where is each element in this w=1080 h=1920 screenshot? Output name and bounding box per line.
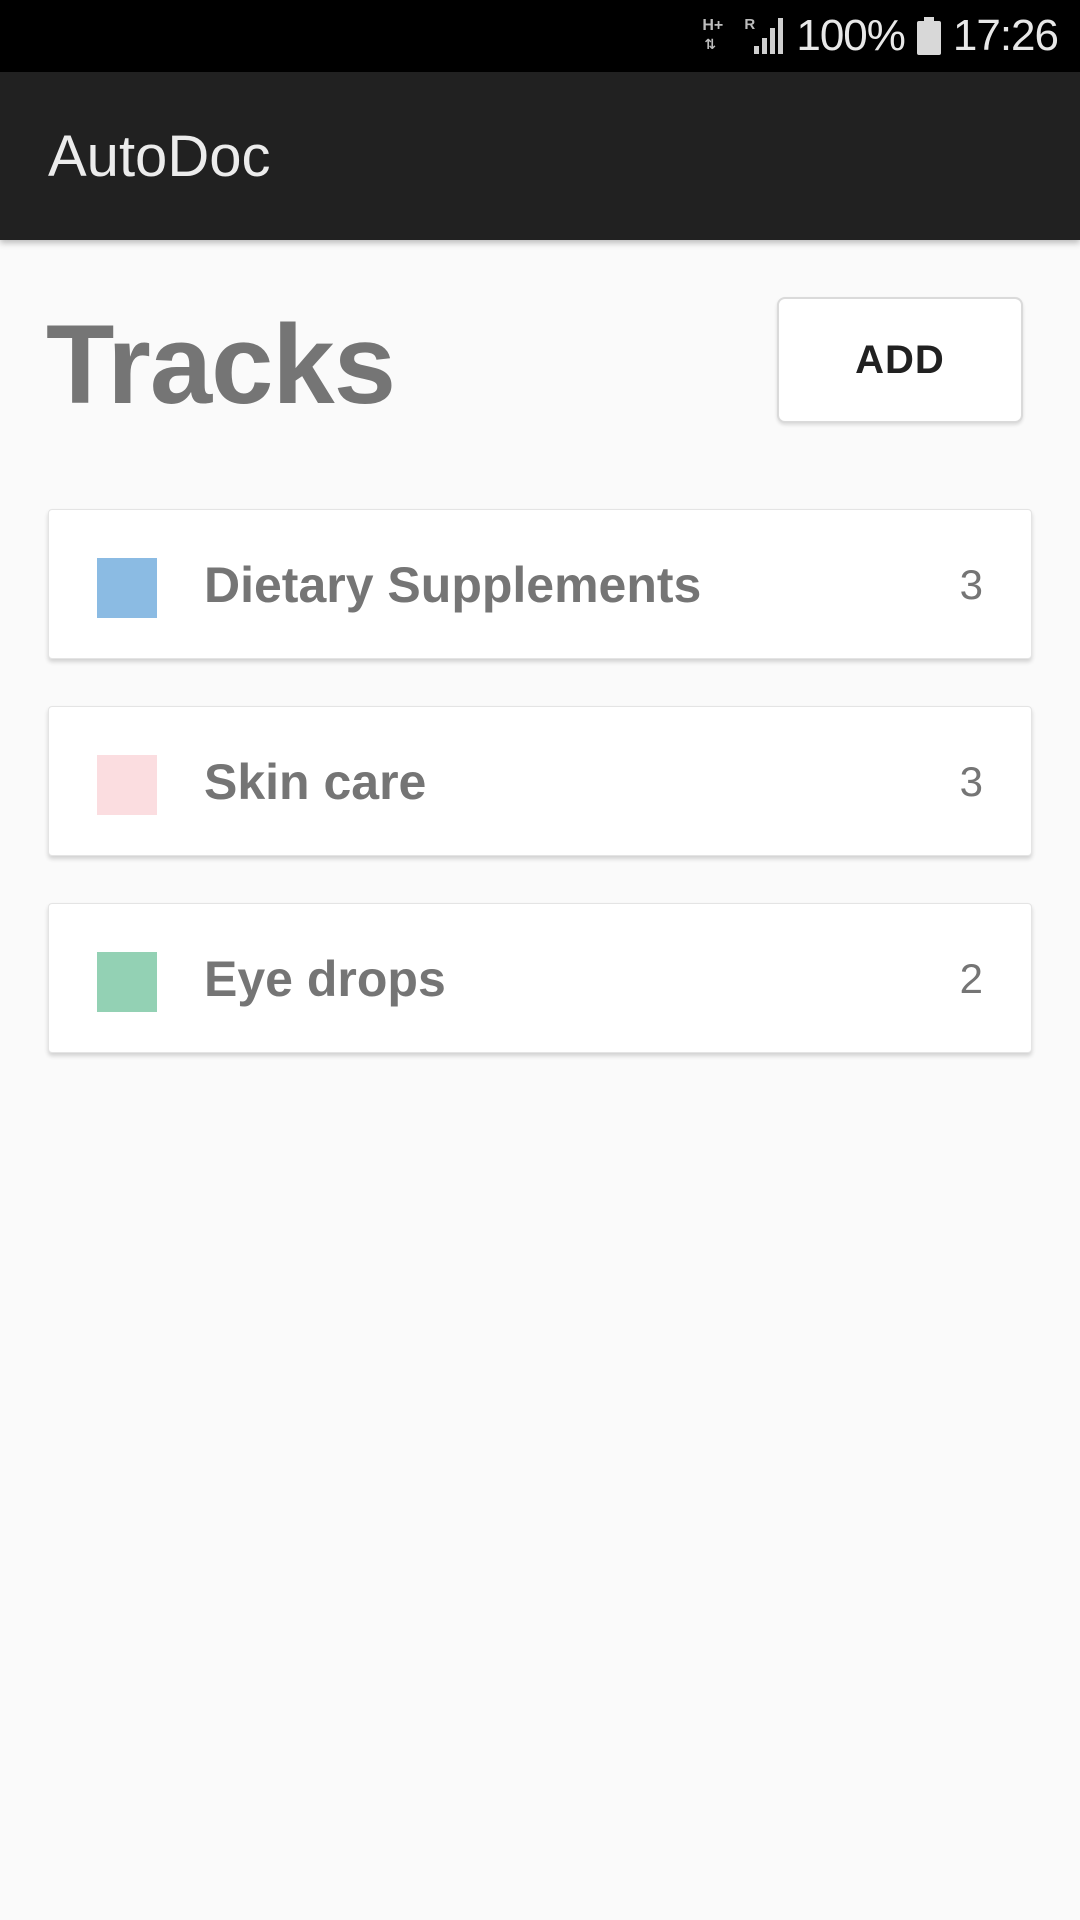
- network-type-icon: H+ ⇅: [702, 16, 732, 56]
- track-name: Dietary Supplements: [204, 557, 702, 613]
- app-bar: AutoDoc: [0, 72, 1080, 240]
- track-item-dietary-supplements[interactable]: Dietary Supplements 3: [48, 509, 1032, 659]
- track-color-swatch: [97, 755, 157, 815]
- signal-strength-icon: R: [744, 16, 784, 56]
- track-count: 2: [959, 955, 983, 1002]
- track-name: Skin care: [204, 754, 427, 810]
- battery-percent: 100%: [796, 11, 906, 60]
- clock: 17:26: [952, 11, 1059, 60]
- track-item-skin-care[interactable]: Skin care 3: [48, 706, 1032, 856]
- track-item-eye-drops[interactable]: Eye drops 2: [48, 903, 1032, 1053]
- track-count: 3: [959, 758, 983, 805]
- track-name: Eye drops: [204, 951, 446, 1007]
- track-list: Dietary Supplements 3 Skin care 3 Eye dr…: [48, 509, 1032, 1100]
- battery-icon: [916, 17, 941, 55]
- network-type-label: H+: [702, 17, 724, 34]
- page-title: Tracks: [46, 302, 396, 427]
- status-bar: H+ ⇅ R 100% 17:26: [0, 0, 1080, 72]
- track-color-swatch: [97, 952, 157, 1012]
- add-track-button[interactable]: ADD: [777, 297, 1023, 423]
- track-count: 3: [959, 561, 983, 608]
- roaming-indicator: R: [744, 16, 756, 33]
- data-arrows-icon: ⇅: [704, 36, 717, 52]
- track-color-swatch: [97, 558, 157, 618]
- app-title: AutoDoc: [48, 123, 271, 189]
